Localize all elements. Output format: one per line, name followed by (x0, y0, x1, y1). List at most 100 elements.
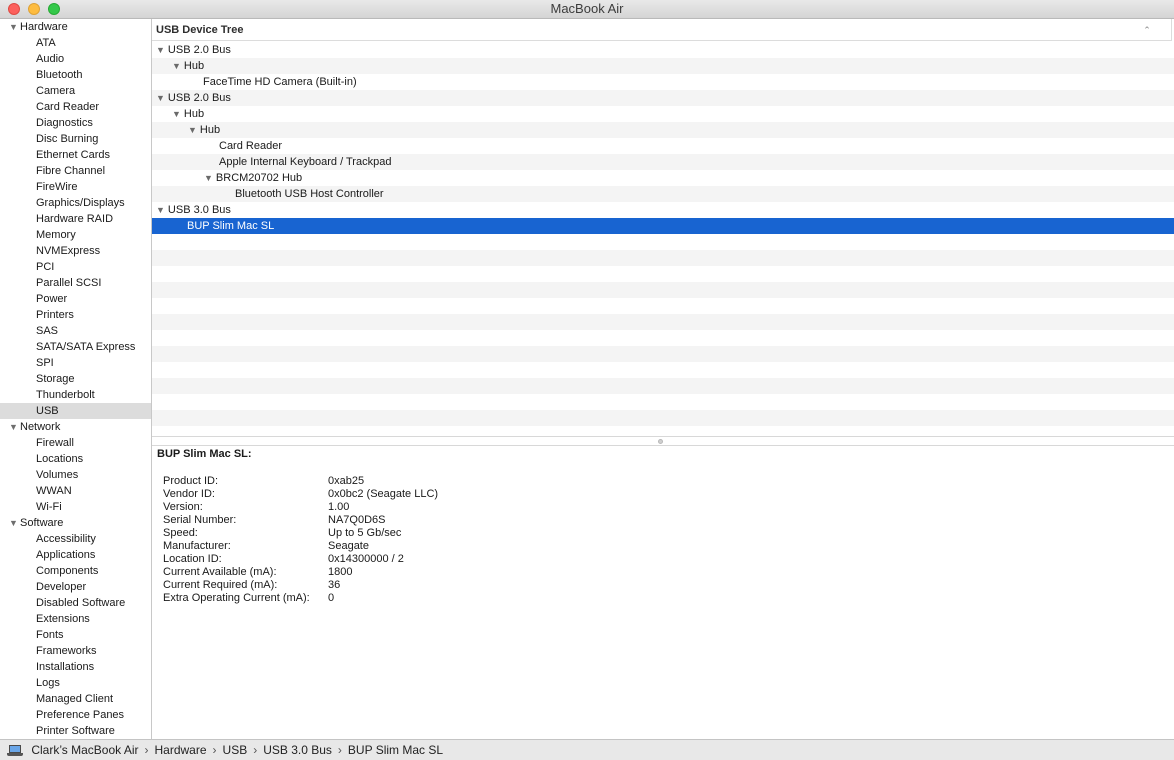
sidebar-item-firewall[interactable]: Firewall (0, 435, 151, 451)
breadcrumb-hardware[interactable]: Hardware (155, 743, 207, 757)
sidebar-item-card-reader[interactable]: Card Reader (0, 99, 151, 115)
tree-header[interactable]: USB Device Tree ⌃ (152, 19, 1172, 41)
property-value: Up to 5 Gb/sec (328, 527, 402, 539)
chevron-right-icon: › (212, 743, 217, 757)
disclosure-triangle-down-icon[interactable]: ▼ (204, 173, 213, 183)
tree-row-apple-internal-keyboard-trackpad[interactable]: Apple Internal Keyboard / Trackpad (152, 154, 1174, 170)
chevron-right-icon: › (253, 743, 258, 757)
tree-row-label: USB 2.0 Bus (167, 92, 231, 104)
property-label: Version: (163, 501, 203, 513)
sidebar-section-label: Network (20, 421, 61, 433)
sidebar-item-hardware-raid[interactable]: Hardware RAID (0, 211, 151, 227)
sidebar-section-software[interactable]: ▼ Software (0, 515, 151, 531)
sidebar-item-thunderbolt[interactable]: Thunderbolt (0, 387, 151, 403)
divider-grip-icon[interactable] (658, 439, 663, 444)
sidebar-item-components[interactable]: Components (0, 563, 151, 579)
tree-row-label: Hub (199, 124, 221, 136)
sidebar-item-disabled-software[interactable]: Disabled Software (0, 595, 151, 611)
property-label: Vendor ID: (163, 488, 215, 500)
sidebar-item-disc-burning[interactable]: Disc Burning (0, 131, 151, 147)
sidebar-item-fonts[interactable]: Fonts (0, 627, 151, 643)
sidebar-item-locations[interactable]: Locations (0, 451, 151, 467)
disclosure-triangle-down-icon[interactable]: ▼ (188, 125, 197, 135)
chevron-right-icon: › (144, 743, 149, 757)
sidebar-item-bluetooth[interactable]: Bluetooth (0, 67, 151, 83)
tree-row-hub[interactable]: ▼ Hub (152, 106, 1174, 122)
detail-title: BUP Slim Mac SL: (157, 448, 252, 460)
tree-row-bup-slim-mac-sl[interactable]: BUP Slim Mac SL (152, 218, 1174, 234)
tree-row-bluetooth-usb-host-controller[interactable]: Bluetooth USB Host Controller (152, 186, 1174, 202)
sidebar-item-developer[interactable]: Developer (0, 579, 151, 595)
tree-row-label: USB 2.0 Bus (167, 44, 231, 56)
sidebar-item-accessibility[interactable]: Accessibility (0, 531, 151, 547)
sidebar-item-wwan[interactable]: WWAN (0, 483, 151, 499)
tree-row-usb-3-0-bus[interactable]: ▼ USB 3.0 Bus (152, 202, 1174, 218)
tree-row-label: BRCM20702 Hub (215, 172, 303, 184)
disclosure-triangle-down-icon[interactable]: ▼ (9, 515, 18, 531)
disclosure-triangle-down-icon[interactable]: ▼ (172, 61, 181, 71)
tree-row-card-reader[interactable]: Card Reader (152, 138, 1174, 154)
usb-device-tree: ▼ USB 2.0 Bus ▼ Hub FaceTime HD Camera (Buil… (152, 42, 1174, 436)
sidebar-section-hardware[interactable]: ▼ Hardware (0, 19, 151, 35)
sidebar-item-graphics-displays[interactable]: Graphics/Displays (0, 195, 151, 211)
breadcrumb-usb-3-0-bus[interactable]: USB 3.0 Bus (263, 743, 332, 757)
sidebar-item-memory[interactable]: Memory (0, 227, 151, 243)
sidebar-item-printer-software[interactable]: Printer Software (0, 723, 151, 739)
sidebar-item-ata[interactable]: ATA (0, 35, 151, 51)
property-row: Location ID: 0x14300000 / 2 (163, 553, 438, 566)
property-value: 36 (328, 579, 341, 591)
sidebar-item-volumes[interactable]: Volumes (0, 467, 151, 483)
property-list: Product ID: 0xab25 Vendor ID: 0x0bc2 (Seaga… (163, 475, 438, 605)
property-label: Speed: (163, 527, 198, 539)
tree-row-label: Hub (183, 60, 205, 72)
title-bar: MacBook Air (0, 0, 1174, 19)
sidebar-item-diagnostics[interactable]: Diagnostics (0, 115, 151, 131)
sidebar-item-fibre-channel[interactable]: Fibre Channel (0, 163, 151, 179)
sidebar-item-audio[interactable]: Audio (0, 51, 151, 67)
sidebar-item-printers[interactable]: Printers (0, 307, 151, 323)
disclosure-triangle-down-icon[interactable]: ▼ (9, 19, 18, 35)
sidebar-item-wi-fi[interactable]: Wi-Fi (0, 499, 151, 515)
breadcrumb-clark-s-macbook-air[interactable]: Clark’s MacBook Air (31, 743, 138, 757)
tree-row-facetime-hd-camera-built-in[interactable]: FaceTime HD Camera (Built-in) (152, 74, 1174, 90)
disclosure-triangle-down-icon[interactable]: ▼ (172, 109, 181, 119)
sidebar-item-preference-panes[interactable]: Preference Panes (0, 707, 151, 723)
sidebar-item-frameworks[interactable]: Frameworks (0, 643, 151, 659)
tree-row-hub[interactable]: ▼ Hub (152, 122, 1174, 138)
sidebar-item-firewire[interactable]: FireWire (0, 179, 151, 195)
sidebar-item-managed-client[interactable]: Managed Client (0, 691, 151, 707)
sidebar-item-logs[interactable]: Logs (0, 675, 151, 691)
sidebar-section-network[interactable]: ▼ Network (0, 419, 151, 435)
sidebar-item-sas[interactable]: SAS (0, 323, 151, 339)
sidebar-item-storage[interactable]: Storage (0, 371, 151, 387)
sidebar-item-spi[interactable]: SPI (0, 355, 151, 371)
split-view-divider[interactable] (152, 436, 1174, 446)
disclosure-triangle-down-icon[interactable]: ▼ (156, 45, 165, 55)
tree-row-usb-2-0-bus[interactable]: ▼ USB 2.0 Bus (152, 90, 1174, 106)
sidebar-item-installations[interactable]: Installations (0, 659, 151, 675)
property-row: Vendor ID: 0x0bc2 (Seagate LLC) (163, 488, 438, 501)
property-row: Product ID: 0xab25 (163, 475, 438, 488)
sidebar-item-power[interactable]: Power (0, 291, 151, 307)
tree-row-hub[interactable]: ▼ Hub (152, 58, 1174, 74)
sidebar-item-ethernet-cards[interactable]: Ethernet Cards (0, 147, 151, 163)
disclosure-triangle-down-icon[interactable]: ▼ (9, 419, 18, 435)
sidebar-item-applications[interactable]: Applications (0, 547, 151, 563)
sidebar-item-usb[interactable]: USB (0, 403, 151, 419)
tree-row-usb-2-0-bus[interactable]: ▼ USB 2.0 Bus (152, 42, 1174, 58)
sidebar-item-pci[interactable]: PCI (0, 259, 151, 275)
sort-chevron-up-icon[interactable]: ⌃ (1140, 19, 1154, 41)
sidebar-item-extensions[interactable]: Extensions (0, 611, 151, 627)
disclosure-triangle-down-icon[interactable]: ▼ (156, 205, 165, 215)
breadcrumb-bup-slim-mac-sl[interactable]: BUP Slim Mac SL (348, 743, 443, 757)
tree-row-brcm20702-hub[interactable]: ▼ BRCM20702 Hub (152, 170, 1174, 186)
property-value: 0x0bc2 (Seagate LLC) (328, 488, 439, 500)
sidebar-item-parallel-scsi[interactable]: Parallel SCSI (0, 275, 151, 291)
breadcrumb-usb[interactable]: USB (223, 743, 248, 757)
sidebar-item-sata-sata-express[interactable]: SATA/SATA Express (0, 339, 151, 355)
sidebar-item-camera[interactable]: Camera (0, 83, 151, 99)
property-value: Seagate (328, 540, 369, 552)
property-value: 1.00 (328, 501, 350, 513)
sidebar-item-nvmexpress[interactable]: NVMExpress (0, 243, 151, 259)
disclosure-triangle-down-icon[interactable]: ▼ (156, 93, 165, 103)
